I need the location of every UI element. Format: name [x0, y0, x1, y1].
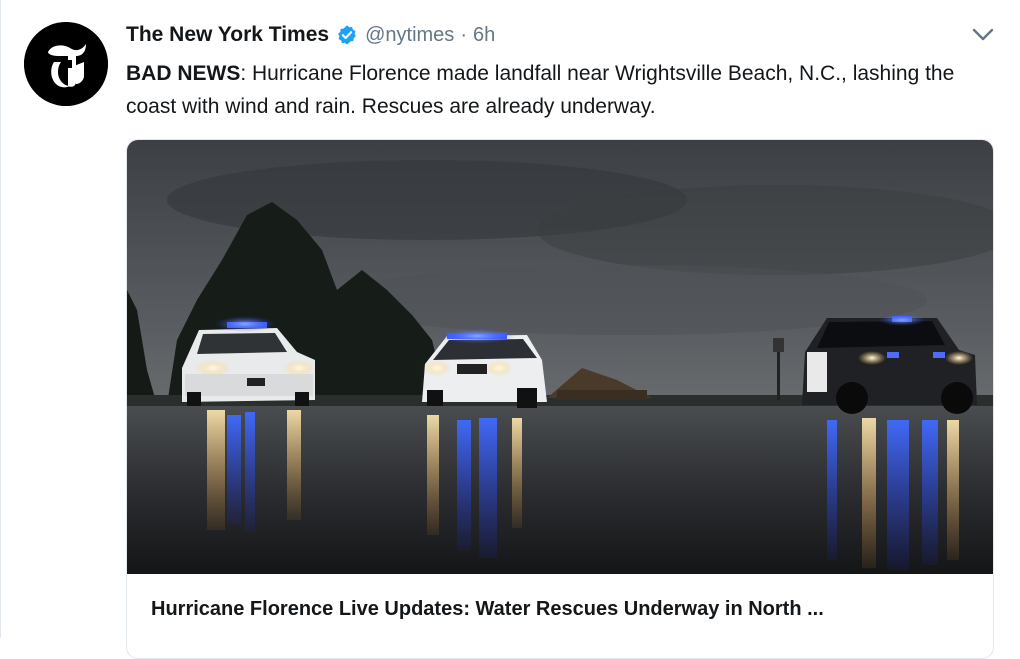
card-image: [127, 140, 993, 574]
author-handle[interactable]: @nytimes: [365, 24, 454, 47]
chevron-down-icon[interactable]: [972, 28, 994, 47]
card-title[interactable]: Hurricane Florence Live Updates: Water R…: [151, 598, 971, 621]
avatar[interactable]: [24, 22, 108, 106]
author-name[interactable]: The New York Times: [126, 23, 329, 47]
tweet-text: BAD NEWS: Hurricane Florence made landfa…: [126, 57, 986, 123]
tweet-text-lead: BAD NEWS: [126, 62, 241, 85]
tweet-text-body: : Hurricane Florence made landfall near …: [126, 62, 955, 118]
tweet-timestamp[interactable]: 6h: [473, 24, 495, 47]
tweet[interactable]: The New York Times @nytimes · 6h BAD NEW…: [0, 0, 1020, 659]
link-card[interactable]: Hurricane Florence Live Updates: Water R…: [126, 139, 994, 659]
separator-dot: ·: [460, 23, 467, 46]
tweet-header: The New York Times @nytimes · 6h: [126, 20, 495, 50]
nyt-logo-icon: [24, 22, 108, 106]
verified-badge-icon: [336, 24, 358, 46]
